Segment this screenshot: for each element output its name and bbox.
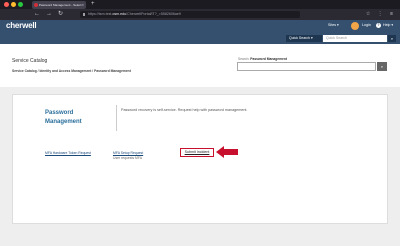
arrow-left-icon (216, 146, 238, 158)
catalog-search-label: Search: Password Management (238, 57, 287, 61)
avatar[interactable] (351, 22, 359, 30)
login-link[interactable]: Login (362, 23, 371, 27)
new-tab-icon[interactable]: + (91, 0, 95, 9)
catalog-header: Service Catalog Service Catalog / Identi… (0, 44, 400, 87)
quick-search-input[interactable]: Quick Search (323, 35, 387, 42)
forward-icon[interactable]: → (46, 10, 52, 19)
url-path: /CherwellPortal/IT?_=5582606ae9 (126, 12, 181, 16)
back-icon[interactable]: ← (34, 10, 40, 19)
catalog-search-input[interactable] (237, 62, 376, 71)
sites-menu[interactable]: Sites ▾ (328, 23, 339, 27)
url-prefix: https://tsm.test. (88, 12, 113, 16)
cherwell-logo[interactable]: cherwell (6, 21, 37, 31)
tab-close-icon[interactable]: × (82, 1, 84, 9)
search-label-value: Password Management (250, 57, 287, 61)
submit-incident-button[interactable]: Submit Incident (180, 148, 214, 157)
service-description: Password recovery is self-service. Reque… (121, 108, 248, 112)
url-domain: osm.edu (112, 12, 127, 16)
browser-tab-bar: Password Management - Select × + (0, 0, 400, 9)
quick-search-bar: Quick Search ▾ Quick Search ⌕ (0, 32, 400, 44)
tab-title: Password Management - Select (39, 3, 82, 7)
window-close-button[interactable] (4, 2, 9, 7)
quick-search-label: Quick Search (289, 36, 311, 40)
address-bar[interactable]: https://tsm.test.osm.edu/CherwellPortal/… (80, 11, 300, 18)
mfa-hardware-token-link[interactable]: MFA Hardware Token Request (45, 151, 91, 155)
help-icon[interactable]: ? (376, 23, 381, 28)
mfa-setup-subtitle: User requests MFA (113, 156, 143, 160)
quick-search-dropdown[interactable]: Quick Search ▾ (286, 35, 322, 42)
chevron-down-icon: ▾ (311, 36, 313, 40)
service-title: Password Management (45, 110, 82, 125)
window-maximize-button[interactable] (18, 2, 23, 7)
breadcrumb[interactable]: Service Catalog / Identity and Access Ma… (12, 69, 131, 73)
service-panel: Password Management Password recovery is… (12, 94, 388, 224)
search-icon[interactable]: ⌕ (377, 62, 387, 71)
search-label-prefix: Search: (238, 57, 250, 61)
browser-tab[interactable]: Password Management - Select × (32, 1, 86, 9)
mfa-setup-link[interactable]: MFA Setup Request (113, 151, 143, 155)
reload-icon[interactable]: ↻ (58, 10, 63, 19)
lock-icon (83, 13, 85, 16)
help-menu[interactable]: Help ▾ (383, 23, 393, 27)
page-title: Service Catalog (12, 58, 48, 64)
main-content: Service Catalog Service Catalog / Identi… (0, 44, 400, 246)
divider (116, 105, 117, 131)
app-header: cherwell Sites ▾ Login ? Help ▾ (0, 20, 400, 32)
search-icon[interactable]: ⌕ (388, 35, 396, 42)
browser-menu-icons[interactable]: ☆ ⋮ ≡ (366, 10, 396, 19)
window-minimize-button[interactable] (11, 2, 16, 7)
browser-nav-bar: ← → ↻ https://tsm.test.osm.edu/CherwellP… (0, 9, 400, 20)
favicon-icon (34, 3, 38, 7)
